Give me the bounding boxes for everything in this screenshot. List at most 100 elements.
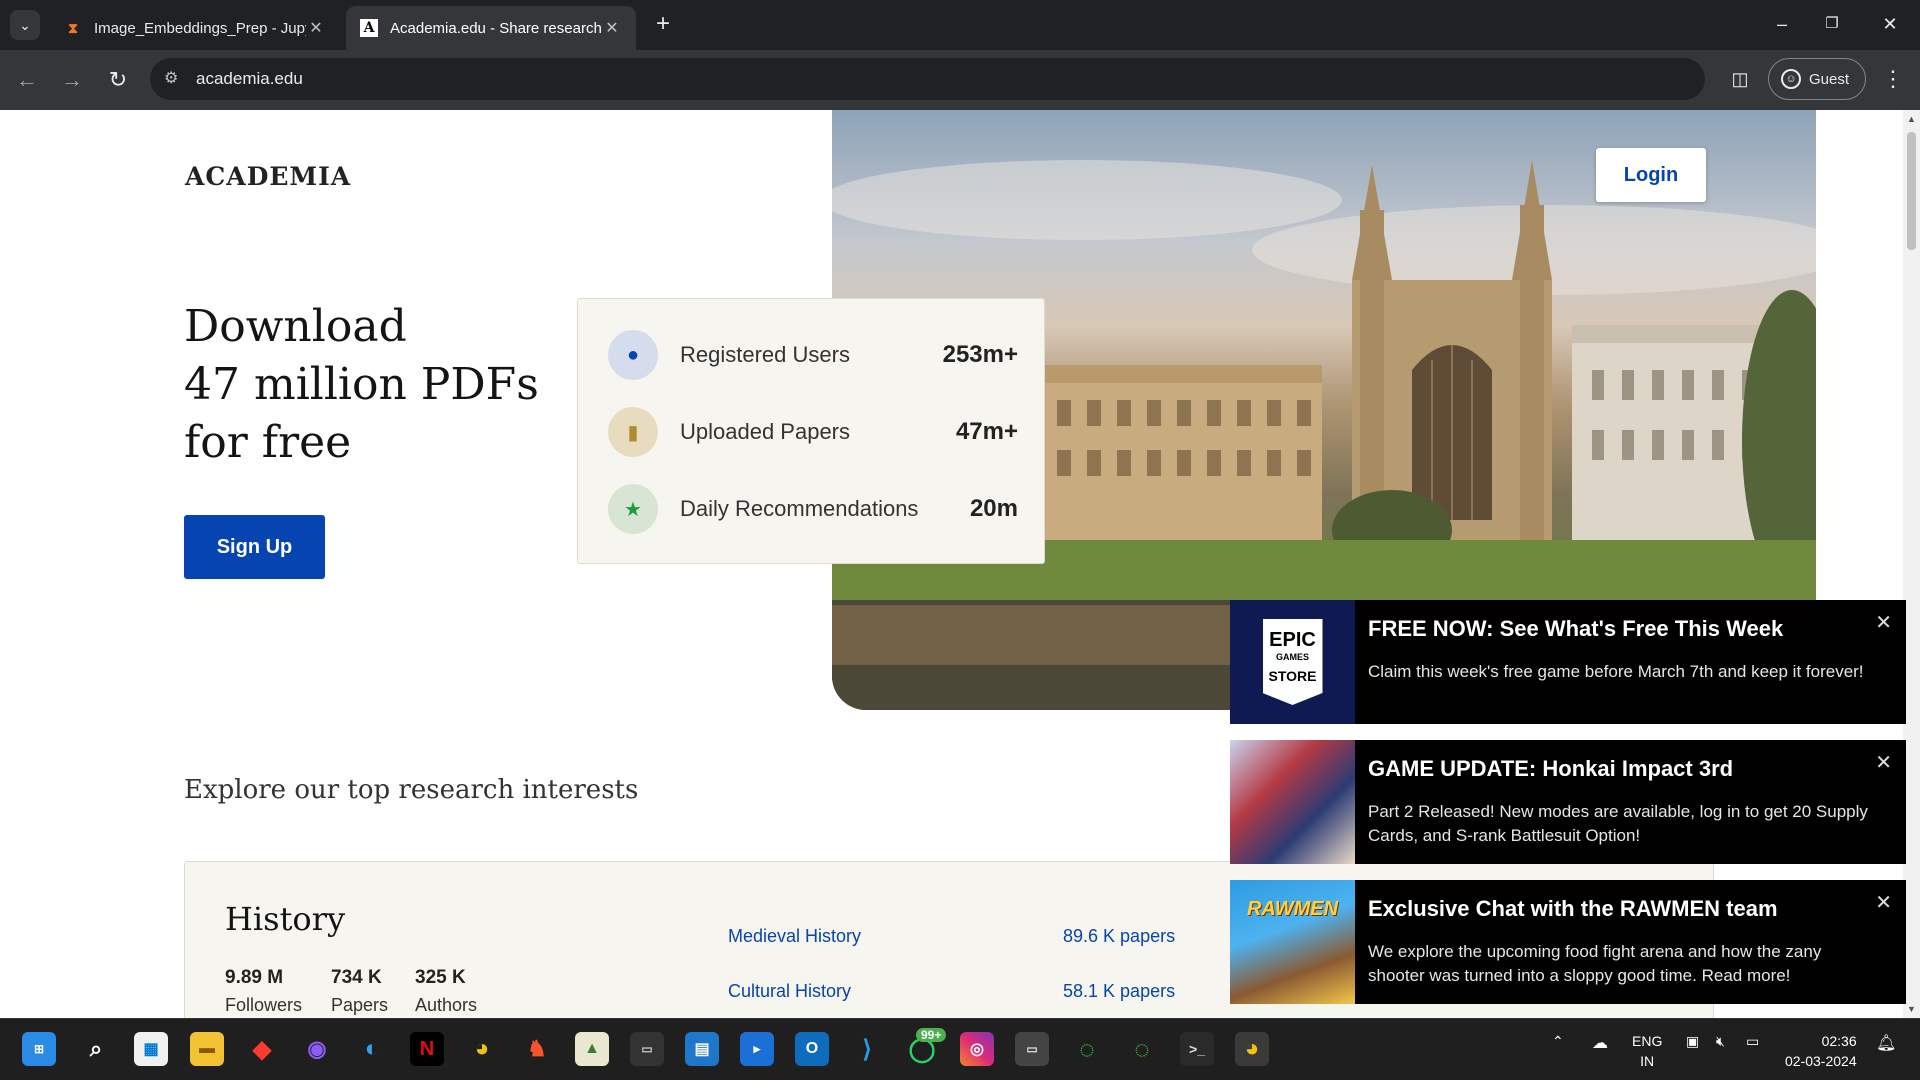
lang-text: ENG [1632, 1033, 1663, 1049]
instagram-icon[interactable]: ◎ [960, 1032, 994, 1066]
tab-title: Image_Embeddings_Prep - Jupy [94, 19, 306, 37]
close-icon[interactable]: ✕ [1875, 610, 1892, 635]
widgets-icon[interactable]: ▦ [134, 1032, 168, 1066]
topic-followers: 9.89 M Followers [225, 967, 302, 1016]
edge-icon[interactable]: ◐ [355, 1032, 389, 1066]
microsoft-store-icon[interactable]: ▤ [685, 1032, 719, 1066]
lang-text: IN [1640, 1053, 1655, 1069]
url-text: academia.edu [196, 69, 303, 88]
address-bar[interactable]: ⚙ academia.edu [150, 58, 1705, 100]
image-app-icon[interactable]: ▲ [575, 1032, 609, 1066]
hourglass-icon: ⧗ [68, 19, 78, 36]
scrollbar-thumb[interactable] [1907, 132, 1916, 250]
menu-icon[interactable]: ⋮ [1880, 64, 1906, 94]
honkai-artwork [1230, 740, 1355, 864]
close-icon[interactable]: ✕ [1875, 890, 1892, 915]
search-icon[interactable]: ⌕ [79, 1032, 113, 1066]
browser-toolbar: ← → ↻ ⚙ academia.edu ◫ ☺ Guest ⋮ [0, 50, 1920, 110]
login-button[interactable]: Login [1596, 148, 1706, 202]
vscode-icon[interactable]: ⟩ [850, 1032, 884, 1066]
restore-button[interactable]: ❐ [1812, 12, 1852, 38]
epic-logo-text: GAMES [1275, 652, 1309, 662]
notification-epic[interactable]: EPIC GAMES STORE FREE NOW: See What's Fr… [1230, 600, 1906, 724]
topic-title[interactable]: History [225, 900, 345, 938]
terminal-window-icon[interactable]: ▭ [630, 1032, 664, 1066]
stats-card: ● Registered Users 253m+ ▮ Uploaded Pape… [577, 298, 1045, 564]
loading-ring-icon[interactable]: ◌ [1070, 1032, 1104, 1066]
rawmen-artwork: RAWMEN [1230, 880, 1355, 1004]
stat-label: Registered Users [680, 342, 850, 367]
minimize-button[interactable]: – [1762, 12, 1802, 38]
outlook-icon[interactable]: O [795, 1032, 829, 1066]
headline-line: Download [184, 301, 407, 352]
reload-button[interactable]: ↻ [103, 65, 133, 95]
chrome-active-icon[interactable]: ◕ [1235, 1032, 1269, 1066]
headline-line: 47 million PDFs [184, 359, 539, 410]
loading-ring-icon[interactable]: ◌ [1125, 1032, 1159, 1066]
notification-honkai[interactable]: GAME UPDATE: Honkai Impact 3rd Part 2 Re… [1230, 740, 1906, 864]
notification-rawmen[interactable]: RAWMEN Exclusive Chat with the RAWMEN te… [1230, 880, 1906, 1004]
powershell-icon[interactable]: >_ [1180, 1032, 1214, 1066]
battery-icon[interactable]: ▭ [1746, 1033, 1759, 1050]
sign-up-button[interactable]: Sign Up [184, 515, 325, 579]
user-icon: ● [608, 330, 658, 380]
new-tab-button[interactable]: + [650, 12, 676, 38]
stat-value: 325 K [415, 967, 466, 988]
subtopic-link[interactable]: Cultural History [728, 981, 851, 1002]
subtopic-count[interactable]: 89.6 K papers [1063, 926, 1175, 947]
stat-value: 20m [969, 495, 1018, 522]
network-icon[interactable]: ▣ [1686, 1033, 1699, 1050]
profile-button[interactable]: ☺ Guest [1768, 58, 1866, 100]
stat-label: Papers [331, 995, 389, 1015]
topic-papers: 734 K Papers [331, 967, 388, 1016]
tab-academia[interactable]: A Academia.edu - Share research ✕ [346, 6, 636, 50]
netflix-icon[interactable]: N [410, 1032, 444, 1066]
tab-title: Academia.edu - Share research [390, 19, 602, 37]
app-window-icon[interactable]: ▭ [1015, 1032, 1049, 1066]
forward-button[interactable]: → [57, 65, 87, 95]
academia-logo[interactable]: ACADEMIA [185, 162, 351, 191]
bell-icon[interactable]: 🔔︎ [1876, 1033, 1896, 1053]
clock[interactable]: 02:36 02-03-2024 [1785, 1031, 1857, 1071]
chrome-icon[interactable]: ◕ [465, 1032, 499, 1066]
mute-icon[interactable]: 🔇︎ [1716, 1033, 1725, 1050]
copilot-icon[interactable]: ◉ [300, 1032, 334, 1066]
windows-taskbar: ⊞ ⌕ ▦ ▬ ◆ ◉ ◐ N ◕ ♞ ▲ ▭ ▤ ▶ O ⟩ ◯ 99+ ◎ … [0, 1018, 1920, 1080]
topic-authors: 325 K Authors [415, 967, 477, 1016]
subtopic-count[interactable]: 58.1 K papers [1063, 981, 1175, 1002]
file-explorer-icon[interactable]: ▬ [190, 1032, 224, 1066]
close-icon[interactable]: ✕ [602, 18, 622, 38]
stat-value: 47m+ [955, 418, 1018, 445]
profile-icon: ☺ [1781, 69, 1801, 89]
start-icon[interactable]: ⊞ [22, 1032, 56, 1066]
stat-label: Daily Recommendations [680, 496, 919, 521]
close-icon[interactable]: ✕ [1875, 750, 1892, 775]
rawmen-logo-text: RAWMEN [1246, 898, 1339, 920]
brave-icon[interactable]: ♞ [520, 1032, 554, 1066]
document-icon: ▮ [608, 407, 658, 457]
hero-headline: Download 47 million PDFs for free [184, 298, 564, 472]
close-icon[interactable]: ✕ [306, 18, 326, 38]
app-red-diamond-icon[interactable]: ◆ [245, 1032, 279, 1066]
notification-title: Exclusive Chat with the RAWMEN team [1368, 896, 1778, 921]
side-panel-icon[interactable]: ◫ [1725, 64, 1755, 94]
prime-video-icon[interactable]: ▶ [740, 1032, 774, 1066]
epic-logo-text: STORE [1268, 668, 1317, 684]
onedrive-icon[interactable]: ☁ [1592, 1033, 1608, 1053]
subtopic-link[interactable]: Medieval History [728, 926, 861, 947]
tab-jupyter[interactable]: ⧗ Image_Embeddings_Prep - Jupy ✕ [50, 6, 340, 50]
site-info-icon[interactable]: ⚙ [164, 68, 178, 88]
stat-value: 9.89 M [225, 967, 284, 988]
chevron-up-icon[interactable]: ⌃ [1552, 1033, 1564, 1050]
scroll-up-icon[interactable]: ▲ [1907, 114, 1916, 124]
epic-games-logo: EPIC GAMES STORE [1230, 600, 1355, 724]
scroll-down-icon[interactable]: ▼ [1907, 1004, 1916, 1014]
back-button[interactable]: ← [12, 65, 42, 95]
explore-heading: Explore our top research interests [184, 775, 639, 805]
stat-daily-recommendations: ★ Daily Recommendations 20m [608, 483, 1018, 535]
notification-title: GAME UPDATE: Honkai Impact 3rd [1368, 756, 1734, 781]
headline-line: for free [184, 417, 352, 468]
tab-search-icon[interactable]: ⌄ [10, 10, 40, 40]
language-indicator[interactable]: ENG IN [1632, 1031, 1662, 1071]
window-close-button[interactable]: ✕ [1870, 12, 1910, 38]
